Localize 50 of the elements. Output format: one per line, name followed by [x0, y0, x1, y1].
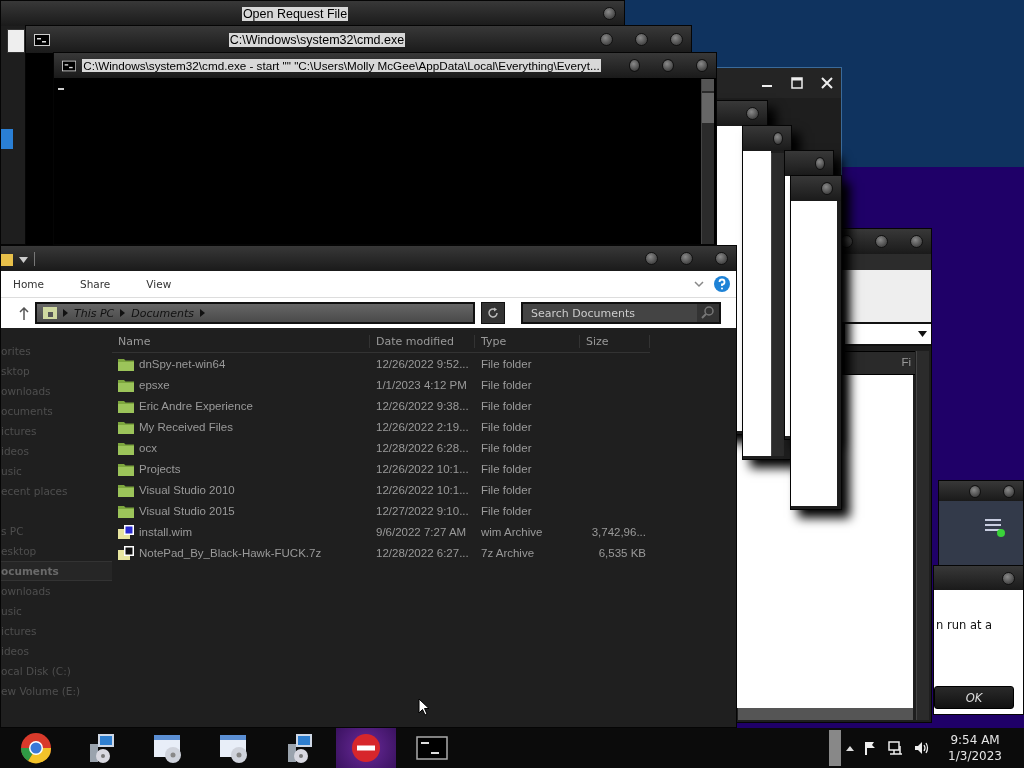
file-type: wim Archive	[480, 525, 544, 538]
ribbon-tab[interactable]: View	[146, 276, 172, 292]
file-type: File folder	[480, 441, 533, 454]
file-name[interactable]: epsxe	[139, 378, 170, 391]
date-modified: 12/26/2022 9:38...	[375, 399, 470, 412]
date-modified: 12/28/2022 6:28...	[375, 441, 470, 454]
ribbon-tab[interactable]: Home	[13, 276, 44, 292]
file-type: File folder	[480, 378, 533, 391]
window-title: C:\Windows\system32\cmd.exe	[228, 32, 406, 47]
clock[interactable]: 9:54 AM 1/3/2023	[948, 732, 1002, 764]
dialog-message: n run at a	[936, 618, 993, 632]
column-header[interactable]: Name	[112, 334, 370, 348]
file-name[interactable]: Visual Studio 2015	[139, 504, 235, 517]
date-modified: 12/26/2022 9:52...	[375, 357, 470, 370]
search-field[interactable]: Search Documents	[521, 302, 721, 324]
address-bar[interactable]: This PC Documents	[35, 302, 475, 324]
file-name[interactable]: NotePad_By_Black-Hawk-FUCK.7z	[139, 546, 322, 559]
column-header[interactable]: Fi	[845, 351, 915, 375]
file-name[interactable]: dnSpy-net-win64	[139, 357, 226, 370]
file-size: 3,742,96...	[591, 525, 646, 538]
file-type: File folder	[480, 462, 533, 475]
column-header[interactable]: Size	[580, 334, 650, 348]
file-type: File folder	[480, 420, 533, 433]
file-size: 6,535 KB	[598, 546, 646, 559]
file-name[interactable]: install.wim	[139, 525, 193, 538]
date-modified: 12/28/2022 6:27...	[375, 546, 470, 559]
file-type: File folder	[480, 504, 533, 517]
date-modified: 12/27/2022 9:10...	[375, 504, 470, 517]
date-modified: 12/26/2022 2:19...	[375, 420, 470, 433]
file-type: File folder	[480, 399, 533, 412]
window-title: C:\Windows\system32\cmd.exe - start "" "C:\Users\Molly McGee\AppData\Local\Everything\Everyt...	[82, 59, 601, 72]
file-type: File folder	[480, 357, 533, 370]
ok-button[interactable]: OK	[934, 686, 1014, 709]
date-modified: 1/1/2023 4:12 PM	[375, 378, 468, 391]
file-name[interactable]: Visual Studio 2010	[139, 483, 235, 496]
window-title: Open Request File	[241, 6, 349, 21]
file-type: 7z Archive	[480, 546, 536, 559]
file-type: File folder	[480, 483, 533, 496]
file-name[interactable]: My Received Files	[139, 420, 233, 433]
column-header[interactable]: Type	[475, 334, 580, 348]
file-name[interactable]: Eric Andre Experience	[139, 399, 253, 412]
date-modified: 9/6/2022 7:27 AM	[375, 525, 468, 538]
breadcrumb[interactable]: This PC	[74, 306, 115, 320]
date-modified: 12/26/2022 10:1...	[375, 483, 470, 496]
date-modified: 12/26/2022 10:1...	[375, 462, 470, 475]
column-header[interactable]: Date modified	[370, 334, 475, 348]
file-name[interactable]: Projects	[139, 462, 181, 475]
ribbon-tab[interactable]: Share	[80, 276, 111, 292]
sidebar-item[interactable]: ocuments	[1, 561, 112, 581]
file-name[interactable]: ocx	[139, 441, 157, 454]
